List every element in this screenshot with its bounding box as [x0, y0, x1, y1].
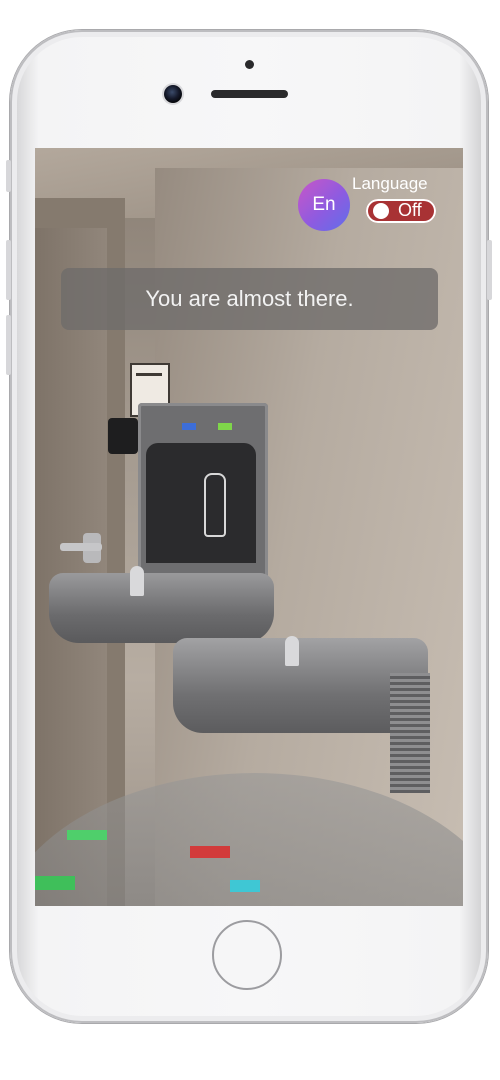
language-label: Language: [352, 174, 428, 193]
ar-camera-view: En Language Off You are almost there.: [35, 148, 463, 906]
language-avatar[interactable]: En: [298, 179, 350, 231]
floor-marker-cyan: [230, 880, 260, 892]
speaker-icon: [211, 90, 288, 98]
lower-spout: [285, 636, 299, 666]
toggle-state: Off: [398, 200, 422, 220]
floor-marker-red: [190, 846, 230, 858]
bottle-filler-panel: [146, 443, 256, 563]
cooler-grille: [390, 673, 430, 793]
camera-icon: [164, 85, 182, 103]
bottle-filler-station: [138, 403, 268, 578]
upper-spout: [130, 566, 144, 596]
toggle-knob: [373, 203, 389, 219]
floor-marker-green: [35, 876, 75, 890]
proximity-sensor-icon: [245, 60, 254, 69]
home-button-icon[interactable]: [212, 920, 282, 990]
door-handle: [60, 543, 102, 551]
volume-up-button: [6, 240, 11, 300]
power-button: [487, 240, 492, 300]
floor-marker-green-2: [67, 830, 107, 840]
mute-switch: [6, 160, 11, 192]
language-toggle[interactable]: Off: [366, 199, 436, 223]
bottle-icon: [204, 473, 226, 537]
navigation-message: You are almost there.: [145, 286, 354, 311]
language-code: En: [312, 194, 336, 215]
filter-indicator: [182, 423, 196, 430]
status-indicator: [218, 423, 232, 430]
upper-fountain-basin: [49, 573, 274, 643]
wall-sensor: [108, 418, 138, 454]
navigation-banner: You are almost there.: [61, 268, 438, 330]
volume-down-button: [6, 315, 11, 375]
